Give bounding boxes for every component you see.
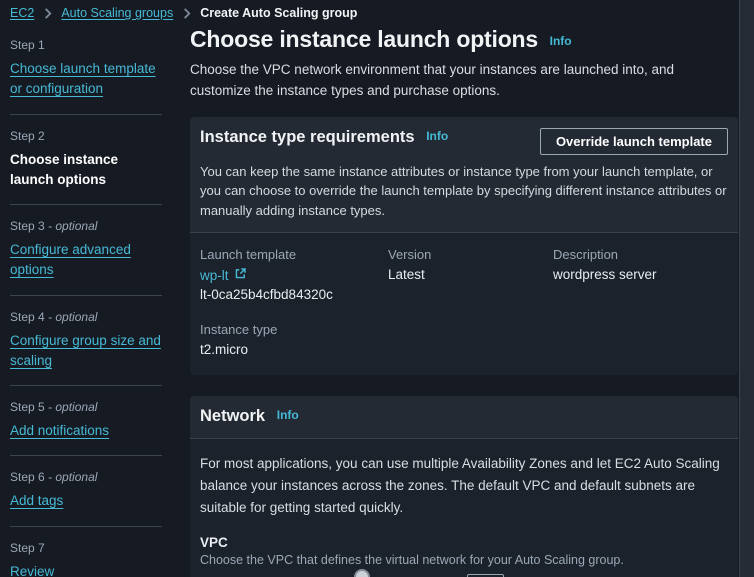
instance-panel-description: You can keep the same instance attribute… (200, 163, 727, 218)
sidebar-link-configure-group-size[interactable]: Configure group size and scaling (10, 333, 161, 368)
step-number: Step 3 - optional (10, 219, 98, 233)
sidebar-link-add-tags[interactable]: Add tags (10, 493, 63, 508)
step-number: Step 2 (10, 128, 45, 143)
launch-template-id: lt-0ca25b4cfbd84320c (200, 287, 333, 303)
override-launch-template-button[interactable]: Override launch template (539, 127, 728, 155)
breadcrumb-current: Create Auto Scaling group (200, 6, 358, 20)
launch-template-details: Launch template wp-lt lt-0ca25b4cfbd8432… (190, 233, 738, 375)
vpc-help-text: Choose the VPC that defines the virtual … (200, 553, 624, 568)
page-header: Choose instance launch options Info Choo… (190, 26, 738, 102)
launch-template-link[interactable]: wp-lt (200, 267, 247, 283)
step-item-7: Step 7 Review (10, 533, 162, 577)
vpc-label: VPC (200, 535, 228, 551)
description-label: Description (553, 247, 619, 263)
launch-template-field: Launch template wp-lt lt-0ca25b4cfbd8432… (200, 247, 388, 302)
step-number: Step 6 - optional (10, 470, 98, 485)
version-field: Version Latest (388, 247, 553, 302)
step-number: Step 7 (10, 540, 45, 555)
network-description: For most applications, you can use multi… (200, 456, 720, 515)
main-content: Choose instance launch options Info Choo… (190, 26, 738, 577)
step-item-6: Step 6 - optional Add tags (10, 462, 162, 527)
page-description: Choose the VPC network environment that … (190, 62, 675, 98)
network-panel-body: For most applications, you can use multi… (190, 439, 738, 577)
step-item-1: Step 1 Choose launch template or configu… (10, 30, 162, 115)
instance-type-label: Instance type (200, 322, 278, 338)
version-value: Latest (388, 267, 425, 283)
external-link-icon (234, 267, 247, 283)
step-number: Step 5 - optional (10, 400, 98, 414)
network-panel-title: Network (200, 407, 266, 426)
right-side-panel-rail[interactable] (739, 0, 754, 577)
page-info-link[interactable]: Info (550, 34, 572, 48)
step-number: Step 4 - optional (10, 309, 98, 324)
network-panel-header: Network Info (190, 396, 738, 440)
step-item-2: Step 2 Choose instance launch options (10, 121, 162, 205)
network-panel-info-link[interactable]: Info (277, 408, 299, 422)
breadcrumb: EC2 Auto Scaling groups Create Auto Scal… (0, 0, 754, 24)
sidebar-current-step-label: Choose instance launch options (10, 151, 119, 187)
sidebar-link-review[interactable]: Review (10, 564, 54, 577)
breadcrumb-link-ec2[interactable]: EC2 (10, 6, 34, 20)
sidebar-link-add-notifications[interactable]: Add notifications (10, 423, 109, 438)
instance-type-requirements-panel: Instance type requirements Info Override… (190, 116, 738, 376)
chevron-right-icon (43, 7, 52, 19)
chevron-right-icon (182, 7, 191, 19)
description-field: Description wordpress server (553, 247, 728, 302)
step-item-4: Step 4 - optional Configure group size a… (10, 302, 162, 386)
network-panel: Network Info For most applications, you … (190, 396, 738, 577)
instance-panel-header: Instance type requirements Info Override… (190, 116, 738, 234)
launch-template-label: Launch template (200, 247, 297, 263)
description-value: wordpress server (553, 267, 657, 283)
vpc-field: VPC Choose the VPC that defines the virt… (200, 535, 728, 577)
sidebar-link-configure-advanced-options[interactable]: Configure advanced options (10, 242, 131, 277)
instance-type-field: Instance type t2.micro (200, 322, 388, 357)
instance-panel-info-link[interactable]: Info (426, 129, 448, 143)
breadcrumb-link-auto-scaling-groups[interactable]: Auto Scaling groups (61, 6, 173, 20)
instance-panel-title: Instance type requirements (200, 127, 415, 146)
step-item-3: Step 3 - optional Configure advanced opt… (10, 211, 162, 296)
version-label: Version (388, 247, 432, 263)
steps-sidebar: Step 1 Choose launch template or configu… (10, 30, 162, 577)
page-title: Choose instance launch options (190, 26, 538, 52)
sidebar-link-choose-launch-template[interactable]: Choose launch template or configuration (10, 61, 156, 96)
instance-type-value: t2.micro (200, 342, 249, 358)
step-item-5: Step 5 - optional Add notifications (10, 392, 162, 457)
step-number: Step 1 (10, 38, 45, 52)
